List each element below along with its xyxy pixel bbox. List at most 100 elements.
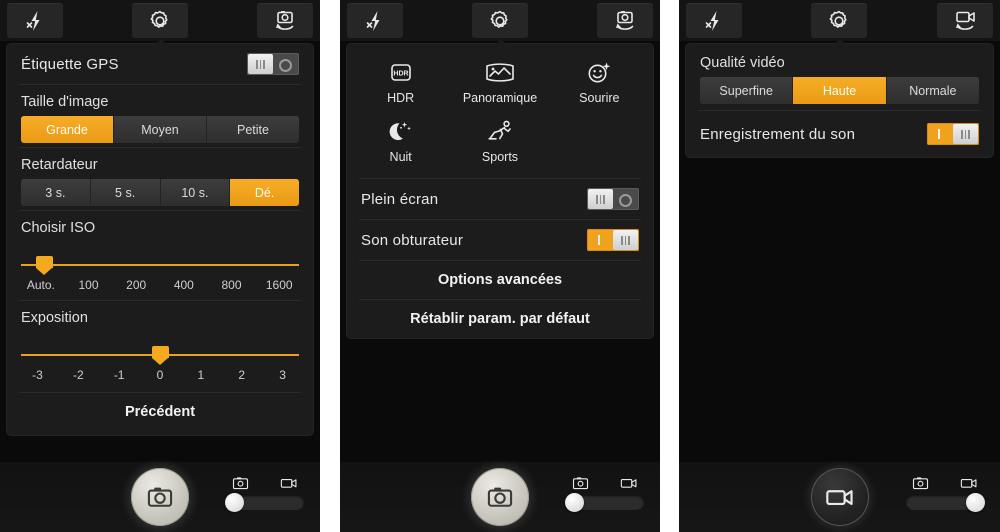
sound-recording-label: Enregistrement du son	[700, 125, 856, 143]
panorama-icon	[486, 63, 514, 82]
settings-button[interactable]	[811, 3, 867, 38]
shutter-sound-toggle[interactable]	[587, 229, 639, 251]
mode-switch-knob[interactable]	[966, 493, 985, 512]
iso-slider[interactable]	[21, 256, 299, 275]
gps-tag-label: Étiquette GPS	[21, 55, 119, 73]
exposure-tick: 2	[238, 368, 246, 382]
timer-option-3s[interactable]: 3 s.	[21, 179, 91, 206]
video-quality-label: Qualité vidéo	[700, 55, 785, 71]
settings-tab-caret	[494, 39, 508, 46]
photo-shutter-button[interactable]	[471, 468, 529, 526]
hdr-icon: HDR	[390, 64, 411, 81]
settings-button[interactable]	[472, 3, 528, 38]
video-quality-option-haute[interactable]: Haute	[793, 77, 887, 104]
reset-defaults-button[interactable]: Rétablir param. par défaut	[347, 300, 653, 338]
video-camera-icon	[620, 478, 637, 488]
iso-slider-thumb[interactable]	[35, 256, 53, 275]
image-size-option-moyen[interactable]: Moyen	[114, 116, 207, 143]
gps-tag-toggle[interactable]	[247, 53, 299, 75]
switch-camera-button[interactable]	[257, 3, 313, 38]
video-quality-option-normale[interactable]: Normale	[886, 77, 979, 104]
smile-icon	[588, 62, 611, 83]
fullscreen-label: Plein écran	[361, 190, 439, 208]
phone-screen-scene-modes: HDR HDR Panoramique Sourire Nuit Sports …	[340, 0, 660, 532]
scene-mode-row: Nuit Sports	[351, 113, 649, 172]
top-toolbar-3	[679, 0, 1000, 46]
image-size-option-grande[interactable]: Grande	[21, 116, 114, 143]
advanced-options-button[interactable]: Options avancées	[347, 261, 653, 299]
scene-mode-label: Sourire	[579, 91, 620, 105]
exposure-tick: -3	[32, 368, 43, 382]
gps-tag-row[interactable]: Étiquette GPS	[7, 44, 313, 84]
sound-recording-row[interactable]: Enregistrement du son	[686, 111, 993, 157]
scene-mode-smile[interactable]: Sourire	[550, 54, 649, 113]
timer-option-off[interactable]: Dé.	[230, 179, 299, 206]
video-quality-option-superfine[interactable]: Superfine	[700, 77, 794, 104]
photo-video-mode-switch-1[interactable]	[225, 476, 304, 512]
settings-tab-caret	[833, 39, 847, 46]
switch-camera-button[interactable]	[597, 3, 653, 38]
scene-mode-label: Panoramique	[462, 91, 538, 105]
exposure-label: Exposition	[21, 310, 88, 326]
flash-off-button[interactable]	[347, 3, 403, 38]
scene-mode-sports[interactable]: Sports	[450, 113, 549, 172]
photo-camera-icon	[232, 477, 249, 490]
timer-option-10s[interactable]: 10 s.	[160, 179, 231, 206]
flash-off-button[interactable]	[7, 3, 63, 38]
mode-switch-knob[interactable]	[565, 493, 584, 512]
scene-mode-row: HDR HDR Panoramique Sourire	[351, 54, 649, 113]
timer-option-5s[interactable]: 5 s.	[90, 179, 161, 206]
image-size-option-petite[interactable]: Petite	[207, 116, 299, 143]
mode-switch-track[interactable]	[225, 493, 304, 512]
photo-video-mode-switch-3[interactable]	[906, 476, 985, 512]
video-camera-icon	[280, 478, 297, 488]
scene-modes-card: HDR HDR Panoramique Sourire Nuit Sports …	[347, 44, 653, 338]
exposure-tick: 0	[156, 368, 164, 382]
exposure-tick: 1	[197, 368, 205, 382]
iso-tick: 1600	[265, 278, 293, 292]
switch-video-camera-button[interactable]	[937, 3, 993, 38]
mode-switch-track[interactable]	[565, 493, 644, 512]
scene-mode-night[interactable]: Nuit	[351, 113, 450, 172]
exposure-slider[interactable]	[21, 346, 299, 365]
sound-recording-toggle[interactable]	[927, 123, 979, 145]
iso-tick: 200	[126, 278, 147, 292]
settings-button[interactable]	[132, 3, 188, 38]
photo-video-mode-switch-2[interactable]	[565, 476, 644, 512]
phone-screen-photo-settings: Étiquette GPS Taille d'image Grande Moye…	[0, 0, 320, 532]
flash-off-button[interactable]	[686, 3, 742, 38]
fullscreen-row[interactable]: Plein écran	[347, 179, 653, 219]
scene-mode-label: Sports	[481, 150, 519, 164]
top-toolbar-1	[0, 0, 320, 46]
shutter-sound-label: Son obturateur	[361, 231, 464, 249]
photo-shutter-button[interactable]	[131, 468, 189, 526]
mode-switch-track[interactable]	[906, 493, 985, 512]
scene-mode-label: HDR	[387, 91, 415, 105]
video-quality-segmented-control[interactable]: Superfine Haute Normale	[700, 77, 979, 104]
phone-screen-video-settings: Qualité vidéo Superfine Haute Normale En…	[679, 0, 1000, 532]
back-button[interactable]: Précédent	[7, 393, 313, 431]
scene-mode-hdr[interactable]: HDR HDR	[351, 54, 450, 113]
iso-slider-track	[21, 264, 299, 266]
timer-segmented-control[interactable]: 3 s. 5 s. 10 s. Dé.	[21, 179, 299, 206]
mode-switch-knob[interactable]	[225, 493, 244, 512]
fullscreen-toggle[interactable]	[587, 188, 639, 210]
exposure-tick: -2	[72, 368, 84, 382]
scene-mode-grid: HDR HDR Panoramique Sourire Nuit Sports	[347, 44, 653, 178]
iso-tick: Auto.	[26, 278, 55, 292]
video-record-button[interactable]	[810, 468, 869, 526]
svg-text:HDR: HDR	[393, 70, 408, 77]
exposure-tick: 3	[279, 368, 286, 382]
iso-tick-labels: Auto. 100 200 400 800 1600	[17, 278, 303, 292]
photo-camera-icon	[572, 477, 589, 490]
iso-tick: 100	[78, 278, 99, 292]
mode-switch-icons	[566, 476, 644, 495]
video-camera-icon	[960, 478, 977, 488]
image-size-segmented-control[interactable]: Grande Moyen Petite	[21, 116, 299, 143]
exposure-tick: -1	[113, 368, 125, 382]
exposure-slider-thumb[interactable]	[151, 346, 169, 365]
scene-mode-panorama[interactable]: Panoramique	[450, 54, 549, 113]
shutter-sound-row[interactable]: Son obturateur	[347, 220, 653, 260]
mode-switch-icons	[906, 476, 984, 495]
scene-mode-label: Nuit	[389, 150, 412, 164]
